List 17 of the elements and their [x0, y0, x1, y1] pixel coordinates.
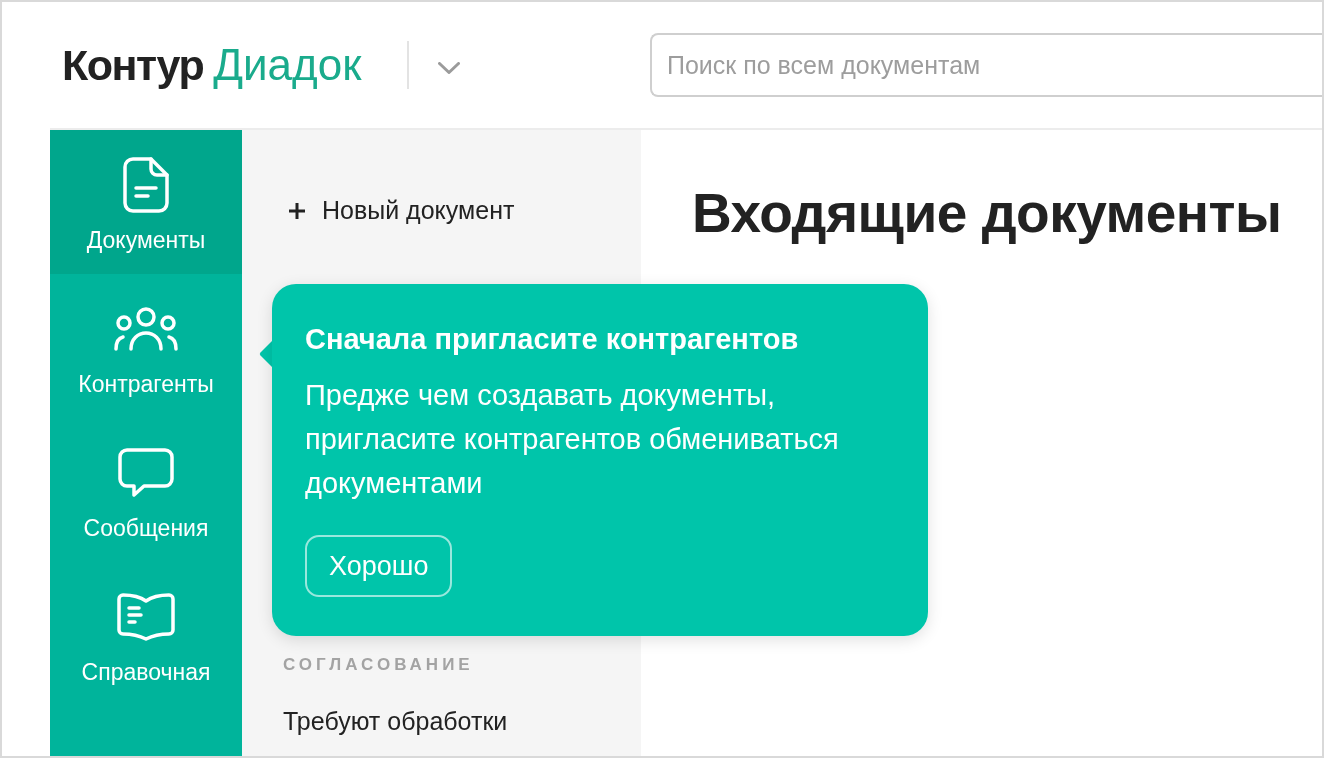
ok-button[interactable]: Хорошо: [305, 535, 453, 597]
people-icon: [113, 307, 179, 351]
section-heading: СОГЛАСОВАНИЕ: [283, 655, 474, 675]
popover-title: Сначала пригласите контрагентов: [305, 322, 799, 357]
search-field[interactable]: Поиск по всем документам: [650, 33, 1322, 97]
plus-icon: [288, 202, 306, 220]
logo-brand-text: Контур: [62, 44, 204, 87]
page-title: Входящие документы: [692, 182, 1283, 244]
popover-text: Предже чем создавать документы, пригласите контрагентов обмениваться документами: [305, 378, 840, 501]
new-document-button[interactable]: Новый документ: [288, 191, 515, 231]
document-icon: [123, 157, 169, 213]
nav-item[interactable]: Требуют обработки: [283, 706, 508, 736]
chevron-down-icon[interactable]: [438, 62, 460, 74]
logo-product-text: Диадок: [213, 43, 362, 87]
book-icon: [117, 593, 175, 641]
sidebar-item[interactable]: Документы: [50, 130, 242, 274]
speech-bubble-icon: [118, 448, 174, 498]
